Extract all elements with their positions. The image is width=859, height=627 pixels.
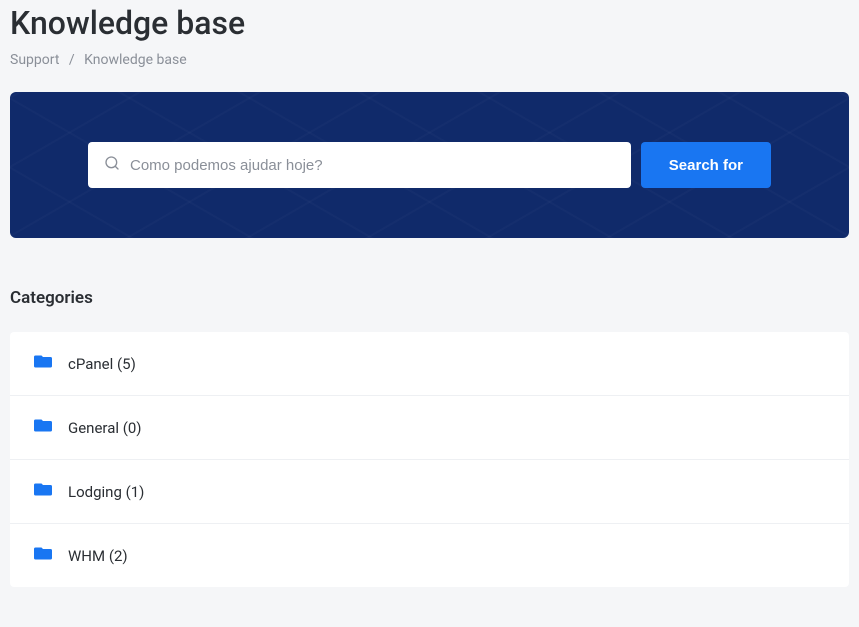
category-item-lodging[interactable]: Lodging (1)	[10, 460, 849, 524]
search-input[interactable]	[130, 142, 615, 188]
search-input-wrap	[88, 142, 631, 188]
breadcrumb-current: Knowledge base	[84, 52, 186, 68]
category-item-cpanel[interactable]: cPanel (5)	[10, 332, 849, 396]
page-title: Knowledge base	[10, 4, 849, 42]
category-label: WHM (2)	[68, 547, 128, 565]
category-label: cPanel (5)	[68, 355, 136, 373]
search-banner: Search for	[10, 92, 849, 238]
category-item-general[interactable]: General (0)	[10, 396, 849, 460]
category-label: Lodging (1)	[68, 483, 144, 501]
category-list: cPanel (5) General (0) Lodging (1) WHM (…	[10, 332, 849, 587]
breadcrumb-link-support[interactable]: Support	[10, 52, 59, 68]
category-label: General (0)	[68, 419, 142, 437]
folder-icon	[34, 482, 68, 501]
categories-title: Categories	[10, 288, 849, 308]
search-icon	[104, 155, 130, 175]
search-button[interactable]: Search for	[641, 142, 771, 188]
breadcrumb-separator: /	[69, 52, 75, 68]
folder-icon	[34, 546, 68, 565]
breadcrumb: Support / Knowledge base	[10, 52, 849, 68]
folder-icon	[34, 354, 68, 373]
category-item-whm[interactable]: WHM (2)	[10, 524, 849, 587]
folder-icon	[34, 418, 68, 437]
